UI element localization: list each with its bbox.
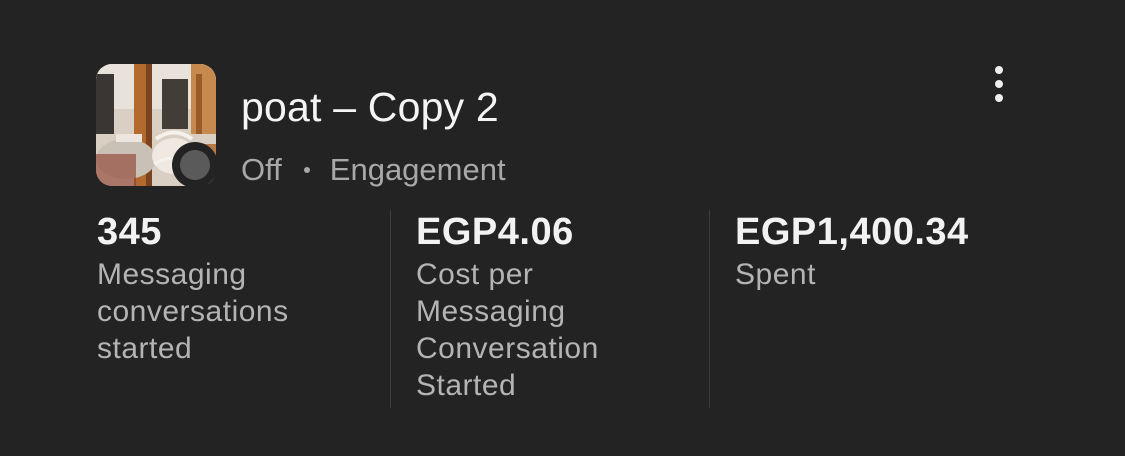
ad-summary-card[interactable]: poat – Copy 2 Off Engagement 345 Messagi… [0,0,1125,456]
metric-spent: EGP1,400.34 Spent [735,210,1055,293]
metric-cost-per-conversation: EGP4.06 Cost per Messaging Conversation … [416,210,676,404]
more-vertical-icon-dot [995,94,1003,102]
ad-thumbnail-container[interactable] [96,64,218,188]
ad-name[interactable]: poat – Copy 2 [241,84,499,131]
more-options-button[interactable] [980,62,1018,106]
metric-value: 345 [97,211,162,253]
status-indicator [172,142,218,188]
metric-value: EGP4.06 [416,211,574,253]
metric-label: Spent [735,258,816,291]
separator-dot-icon [303,167,310,173]
metric-divider [390,210,391,408]
metric-label: Cost per Messaging Conversation Started [416,258,599,402]
ad-objective-text: Engagement [329,152,506,187]
metric-value: EGP1,400.34 [735,211,969,253]
more-vertical-icon [995,66,1003,74]
more-vertical-icon-dot [995,80,1003,88]
status-dot-icon [180,150,210,180]
ad-subline: Off Engagement [241,152,506,188]
metric-messaging-conversations: 345 Messaging conversations started [97,210,357,367]
metric-label: Messaging conversations started [97,258,289,365]
ad-status-text: Off [241,152,282,187]
metric-divider [709,210,710,408]
